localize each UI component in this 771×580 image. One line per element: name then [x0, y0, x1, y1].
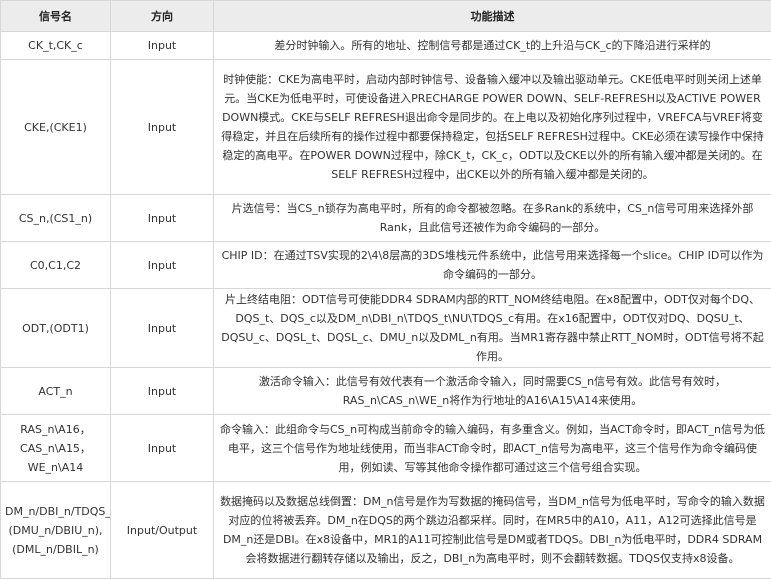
- header-signal-name: 信号名: [0, 0, 111, 32]
- description-cell: 数据掩码以及数据总线倒置：DM_n信号是作为写数据的掩码信号，当DM_n信号为低…: [213, 481, 771, 579]
- description-text: 命令输入：此组命令与CS_n可构成当前命令的输入编码，有多重含义。例如，当ACT…: [219, 422, 766, 474]
- signal-name-cell: DM_n/DBI_n/TDQS_t,(DMU_n/DBIU_n),(DML_n/…: [0, 481, 111, 579]
- direction-cell: Input: [110, 241, 214, 289]
- direction-cell: Input/Output: [110, 481, 214, 579]
- signal-name-cell: ACT_n: [0, 367, 111, 415]
- description-text: 差分时钟输入。所有的地址、控制信号都是通过CK_t的上升沿与CK_c的下降沿进行…: [274, 39, 711, 52]
- description-cell: 差分时钟输入。所有的地址、控制信号都是通过CK_t的上升沿与CK_c的下降沿进行…: [213, 31, 771, 60]
- table-header-row: 信号名 方向 功能描述: [0, 0, 771, 32]
- signal-name-cell: CKE,(CKE1): [0, 59, 111, 195]
- description-text: 数据掩码以及数据总线倒置：DM_n信号是作为写数据的掩码信号，当DM_n信号为低…: [220, 495, 765, 565]
- signal-name-cell: CS_n,(CS1_n): [0, 194, 111, 242]
- direction-cell: Input: [110, 414, 214, 482]
- header-description: 功能描述: [213, 0, 771, 32]
- table-row: ODT,(ODT1) Input 片上终结电阻：ODT信号可使能DDR4 SDR…: [0, 288, 771, 368]
- direction-cell: Input: [110, 194, 214, 242]
- table-row: CK_t,CK_c Input 差分时钟输入。所有的地址、控制信号都是通过CK_…: [0, 31, 771, 60]
- direction-cell: Input: [110, 31, 214, 60]
- signal-table: 信号名 方向 功能描述 CK_t,CK_c Input 差分时钟输入。所有的地址…: [0, 0, 771, 579]
- table-row: C0,C1,C2 Input CHIP ID：在通过TSV实现的2\4\8层高的…: [0, 241, 771, 289]
- table-row: CS_n,(CS1_n) Input 片选信号：当CS_n锁存为高电平时，所有的…: [0, 194, 771, 242]
- description-cell: 命令输入：此组命令与CS_n可构成当前命令的输入编码，有多重含义。例如，当ACT…: [213, 414, 771, 482]
- direction-cell: Input: [110, 59, 214, 195]
- table-row: CKE,(CKE1) Input 时钟使能：CKE为高电平时，启动内部时钟信号、…: [0, 59, 771, 195]
- description-cell: 片上终结电阻：ODT信号可使能DDR4 SDRAM内部的RTT_NOM终结电阻。…: [213, 288, 771, 368]
- description-text: CHIP ID：在通过TSV实现的2\4\8层高的3DS堆栈元件系统中，此信号用…: [221, 249, 764, 281]
- description-text: 片上终结电阻：ODT信号可使能DDR4 SDRAM内部的RTT_NOM终结电阻。…: [221, 293, 764, 363]
- direction-cell: Input: [110, 367, 214, 415]
- direction-cell: Input: [110, 288, 214, 368]
- description-cell: CHIP ID：在通过TSV实现的2\4\8层高的3DS堆栈元件系统中，此信号用…: [213, 241, 771, 289]
- signal-name-cell: ODT,(ODT1): [0, 288, 111, 368]
- description-text: 片选信号：当CS_n锁存为高电平时，所有的命令都被忽略。在多Rank的系统中，C…: [231, 202, 754, 234]
- signal-name-cell: RAS_n\A16，CAS_n\A15，WE_n\A14: [0, 414, 111, 482]
- description-cell: 片选信号：当CS_n锁存为高电平时，所有的命令都被忽略。在多Rank的系统中，C…: [213, 194, 771, 242]
- table-row: RAS_n\A16，CAS_n\A15，WE_n\A14 Input 命令输入：…: [0, 414, 771, 482]
- description-text: 激活命令输入：此信号有效代表有一个激活命令输入，同时需要CS_n信号有效。此信号…: [258, 375, 727, 407]
- table-row: ACT_n Input 激活命令输入：此信号有效代表有一个激活命令输入，同时需要…: [0, 367, 771, 415]
- description-cell: 时钟使能：CKE为高电平时，启动内部时钟信号、设备输入缓冲以及输出驱动单元。CK…: [213, 59, 771, 195]
- signal-name-cell: CK_t,CK_c: [0, 31, 111, 60]
- description-cell: 激活命令输入：此信号有效代表有一个激活命令输入，同时需要CS_n信号有效。此信号…: [213, 367, 771, 415]
- table-row: DM_n/DBI_n/TDQS_t,(DMU_n/DBIU_n),(DML_n/…: [0, 481, 771, 579]
- description-text: 时钟使能：CKE为高电平时，启动内部时钟信号、设备输入缓冲以及输出驱动单元。CK…: [221, 73, 764, 181]
- signal-name-cell: C0,C1,C2: [0, 241, 111, 289]
- header-direction: 方向: [110, 0, 214, 32]
